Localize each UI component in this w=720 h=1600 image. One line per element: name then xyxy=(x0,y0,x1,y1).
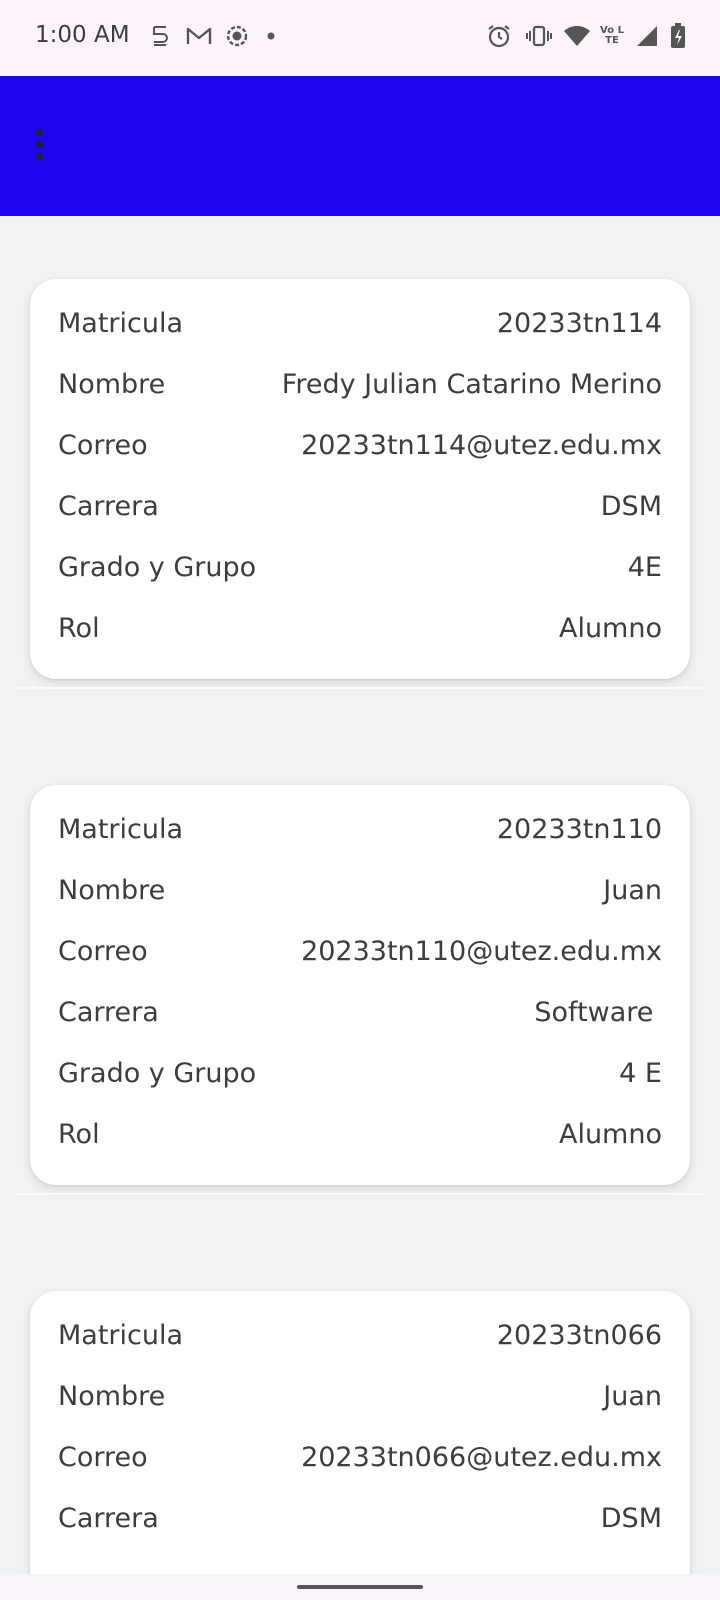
field-row-correo: Correo 20233tn110@utez.edu.mx xyxy=(58,921,662,982)
student-card[interactable]: Matricula 20233tn110 Nombre Juan Correo … xyxy=(30,785,690,1185)
card-divider xyxy=(16,1193,704,1195)
more-vert-icon[interactable] xyxy=(22,114,56,174)
field-label: Grado y Grupo xyxy=(58,1058,257,1089)
field-label: Matricula xyxy=(58,814,184,845)
field-value: 20233tn066@utez.edu.mx xyxy=(301,1442,662,1473)
field-value: 4 E xyxy=(619,1058,662,1089)
alarm-icon xyxy=(485,22,513,50)
field-label: Correo xyxy=(58,430,148,461)
field-row-carrera: Carrera DSM xyxy=(58,1488,662,1549)
field-label: Grado y Grupo xyxy=(58,552,257,583)
field-value: Software xyxy=(534,997,662,1028)
field-label: Nombre xyxy=(58,1381,166,1412)
field-row-rol: Rol Alumno xyxy=(58,598,662,659)
field-value: Fredy Julian Catarino Merino xyxy=(281,369,662,400)
field-row-matricula: Matricula 20233tn066 xyxy=(58,1305,662,1366)
field-label: Rol xyxy=(58,1119,100,1150)
home-handle[interactable] xyxy=(297,1585,423,1589)
record-icon xyxy=(224,22,250,50)
dot-icon xyxy=(264,22,278,50)
field-label: Correo xyxy=(58,936,148,967)
field-value: 20233tn114 xyxy=(496,308,662,339)
field-row-matricula: Matricula 20233tn110 xyxy=(58,799,662,860)
field-label: Carrera xyxy=(58,997,159,1028)
field-value: 20233tn110 xyxy=(496,814,662,845)
field-row-carrera: Carrera Software xyxy=(58,982,662,1043)
field-value: Juan xyxy=(603,1381,662,1412)
student-card[interactable]: Matricula 20233tn066 Nombre Juan Correo … xyxy=(30,1291,690,1574)
field-value: 20233tn110@utez.edu.mx xyxy=(301,936,662,967)
navigation-bar xyxy=(0,1574,720,1600)
field-label: Correo xyxy=(58,1442,148,1473)
field-row-correo: Correo 20233tn114@utez.edu.mx xyxy=(58,415,662,476)
field-label: Carrera xyxy=(58,491,159,522)
volte-label: Vo LTE xyxy=(600,25,624,46)
battery-icon xyxy=(669,22,687,50)
student-card[interactable]: Matricula 20233tn114 Nombre Fredy Julian… xyxy=(30,279,690,679)
field-label: Carrera xyxy=(58,1503,159,1534)
status-bar: 1:00 AM Vo LTE xyxy=(0,0,720,76)
volte-icon: Vo LTE xyxy=(597,22,627,50)
field-value: DSM xyxy=(600,491,662,522)
field-label: Nombre xyxy=(58,875,166,906)
field-value: 20233tn114@utez.edu.mx xyxy=(301,430,662,461)
field-value: DSM xyxy=(600,1503,662,1534)
field-row-nombre: Nombre Juan xyxy=(58,1366,662,1427)
field-row-carrera: Carrera DSM xyxy=(58,476,662,537)
field-row-grado-grupo: Grado y Grupo 4 E xyxy=(58,1043,662,1104)
field-label: Matricula xyxy=(58,308,184,339)
field-row-nombre: Nombre Fredy Julian Catarino Merino xyxy=(58,354,662,415)
field-row-nombre: Nombre Juan xyxy=(58,860,662,921)
field-label: Rol xyxy=(58,613,100,644)
field-row-matricula: Matricula 20233tn114 xyxy=(58,293,662,354)
card-divider xyxy=(16,687,704,689)
signal-icon xyxy=(634,22,660,50)
field-value: Alumno xyxy=(558,613,662,644)
field-row-grado-grupo: Grado y Grupo 4E xyxy=(58,537,662,598)
vibrate-icon xyxy=(524,22,554,50)
field-row-rol: Rol Alumno xyxy=(58,1104,662,1165)
student-list[interactable]: Matricula 20233tn114 Nombre Fredy Julian… xyxy=(0,216,720,1574)
wifi-icon xyxy=(562,22,592,50)
status-time: 1:00 AM xyxy=(35,22,130,48)
app-bar xyxy=(0,76,720,216)
field-label: Nombre xyxy=(58,369,166,400)
s-sim-icon xyxy=(148,22,172,50)
field-value: Alumno xyxy=(558,1119,662,1150)
field-value: 20233tn066 xyxy=(496,1320,662,1351)
gmail-icon xyxy=(185,22,213,50)
field-value: Juan xyxy=(603,875,662,906)
field-value: 4E xyxy=(627,552,662,583)
field-row-correo: Correo 20233tn066@utez.edu.mx xyxy=(58,1427,662,1488)
field-label: Matricula xyxy=(58,1320,184,1351)
